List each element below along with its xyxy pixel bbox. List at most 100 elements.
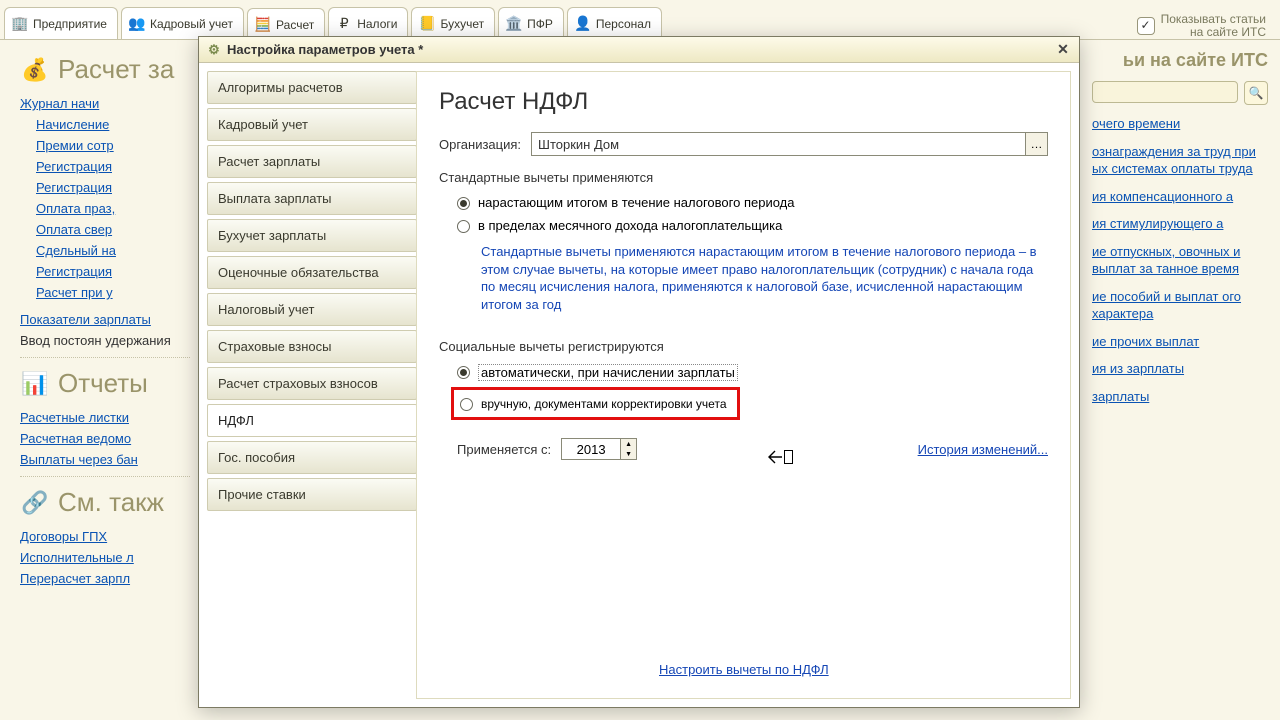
radio-row-monthly[interactable]: в пределах месячного дохода налогоплател… xyxy=(439,216,1048,239)
search-button[interactable]: 🔍 xyxy=(1244,81,1268,105)
dialog-titlebar[interactable]: ⚙ Настройка параметров учета * ✕ xyxy=(199,37,1079,63)
close-button[interactable]: ✕ xyxy=(1053,40,1073,60)
coins-icon: 💰 xyxy=(20,57,50,83)
seealso-link[interactable]: Перерасчет зарпл xyxy=(20,568,190,589)
section-raschet-title: 💰 Расчет за xyxy=(20,54,190,85)
report-link[interactable]: Выплаты через бан xyxy=(20,449,190,470)
info-text: Стандартные вычеты применяются нарастающ… xyxy=(439,239,1048,317)
dialog-menu: Алгоритмы расчетов Кадровый учет Расчет … xyxy=(207,71,417,699)
tree-item[interactable]: Регистрация xyxy=(20,261,190,282)
its-link[interactable]: ия компенсационного а xyxy=(1092,188,1268,206)
seealso-link[interactable]: Исполнительные л xyxy=(20,547,190,568)
tab-personnel[interactable]: 👤 Персонал xyxy=(567,7,662,39)
chart-icon: 📊 xyxy=(20,371,50,397)
menu-item-algorithms[interactable]: Алгоритмы расчетов xyxy=(207,71,417,104)
year-input[interactable] xyxy=(561,438,621,460)
tab-taxes[interactable]: ₽ Налоги xyxy=(328,7,408,39)
pfr-icon: 🏛️ xyxy=(505,15,523,33)
indicators-link[interactable]: Показатели зарплаты xyxy=(20,309,190,330)
journal-link[interactable]: Журнал начи xyxy=(20,93,190,114)
section-seealso-title: 🔗 См. такж xyxy=(20,487,190,518)
tab-enterprise[interactable]: 🏢 Предприятие xyxy=(4,7,118,39)
menu-item-ndfl[interactable]: НДФЛ xyxy=(207,404,417,437)
org-input[interactable] xyxy=(531,132,1026,156)
spinner-down-icon: ▼ xyxy=(621,449,636,459)
its-link[interactable]: ие пособий и выплат ого характера xyxy=(1092,288,1268,323)
menu-item-insurance-calc[interactable]: Расчет страховых взносов xyxy=(207,367,417,400)
tree-item[interactable]: Оплата свер xyxy=(20,219,190,240)
radio-cumulative-label: нарастающим итогом в течение налогового … xyxy=(478,195,794,210)
applied-from-label: Применяется с: xyxy=(457,442,551,457)
calc-icon: 🧮 xyxy=(254,16,272,34)
report-link[interactable]: Расчетная ведомо xyxy=(20,428,190,449)
configure-deductions-link[interactable]: Настроить вычеты по НДФЛ xyxy=(659,662,829,677)
tab-label: ПФР xyxy=(527,17,553,31)
menu-item-salary-calc[interactable]: Расчет зарплаты xyxy=(207,145,417,178)
radio-auto[interactable] xyxy=(457,366,470,379)
its-link[interactable]: ия из зарплаты xyxy=(1092,360,1268,378)
year-spinner[interactable]: ▲ ▼ xyxy=(621,438,637,460)
std-deductions-header: Стандартные вычеты применяются xyxy=(439,170,1048,185)
tree-item[interactable]: Оплата праз, xyxy=(20,198,190,219)
radio-row-auto[interactable]: автоматически, при начислении зарплаты xyxy=(439,362,1048,387)
radio-row-cumulative[interactable]: нарастающим итогом в течение налогового … xyxy=(439,193,1048,216)
tab-label: Бухучет xyxy=(440,17,484,31)
right-panel-title: ьи на сайте ИТС xyxy=(1092,50,1268,71)
spinner-up-icon: ▲ xyxy=(621,439,636,449)
search-icon: 🔍 xyxy=(1249,86,1264,100)
menu-item-salary-acc[interactable]: Бухучет зарплаты xyxy=(207,219,417,252)
history-link[interactable]: История изменений... xyxy=(918,442,1048,457)
its-link[interactable]: ие прочих выплат xyxy=(1092,333,1268,351)
tab-accounting[interactable]: 📒 Бухучет xyxy=(411,7,495,39)
left-panel: 💰 Расчет за Журнал начи Начисление Преми… xyxy=(0,40,200,720)
tree-item[interactable]: Премии сотр xyxy=(20,135,190,156)
settings-dialog: ⚙ Настройка параметров учета * ✕ Алгорит… xyxy=(198,36,1080,708)
menu-item-hr[interactable]: Кадровый учет xyxy=(207,108,417,141)
seealso-link[interactable]: Договоры ГПХ xyxy=(20,526,190,547)
its-link[interactable]: очего времени xyxy=(1092,115,1268,133)
radio-manual[interactable] xyxy=(460,398,473,411)
its-link[interactable]: ия стимулирующего а xyxy=(1092,215,1268,233)
tab-label: Налоги xyxy=(357,17,397,31)
its-link[interactable]: ознаграждения за труд при ых системах оп… xyxy=(1092,143,1268,178)
tab-label: Персонал xyxy=(596,17,651,31)
ellipsis-icon: … xyxy=(1031,137,1043,151)
arrow-icon: 🔗 xyxy=(20,490,50,516)
gear-icon: ⚙ xyxy=(205,41,223,59)
tree-item[interactable]: Сдельный на xyxy=(20,240,190,261)
hr-icon: 👥 xyxy=(128,15,146,33)
dialog-title-text: Настройка параметров учета * xyxy=(227,42,423,57)
org-select-button[interactable]: … xyxy=(1026,132,1048,156)
its-link[interactable]: зарплаты xyxy=(1092,388,1268,406)
report-link[interactable]: Расчетные листки xyxy=(20,407,190,428)
vvod-label: Ввод постоян удержания xyxy=(20,330,190,351)
menu-item-insurance[interactable]: Страховые взносы xyxy=(207,330,417,363)
show-articles-checkbox[interactable]: ✓ xyxy=(1137,17,1155,35)
tab-hr[interactable]: 👥 Кадровый учет xyxy=(121,7,244,39)
menu-item-tax-acc[interactable]: Налоговый учет xyxy=(207,293,417,326)
social-deductions-header: Социальные вычеты регистрируются xyxy=(439,339,1048,354)
radio-manual-label: вручную, документами корректировки учета xyxy=(481,397,727,411)
section-reports-title: 📊 Отчеты xyxy=(20,368,190,399)
dialog-content: Расчет НДФЛ Организация: … Стандартные в… xyxy=(416,71,1071,699)
tab-label: Предприятие xyxy=(33,17,107,31)
enterprise-icon: 🏢 xyxy=(11,15,29,33)
tree-item[interactable]: Расчет при у xyxy=(20,282,190,303)
radio-monthly[interactable] xyxy=(457,220,470,233)
its-link[interactable]: ие отпускных, овочных и выплат за танное… xyxy=(1092,243,1268,278)
accounting-icon: 📒 xyxy=(418,15,436,33)
tab-label: Расчет xyxy=(276,18,314,32)
tree-item[interactable]: Начисление xyxy=(20,114,190,135)
tree-item[interactable]: Регистрация xyxy=(20,156,190,177)
search-input[interactable] xyxy=(1092,81,1238,103)
menu-item-other-rates[interactable]: Прочие ставки xyxy=(207,478,417,511)
radio-auto-label: автоматически, при начислении зарплаты xyxy=(478,364,738,381)
radio-cumulative[interactable] xyxy=(457,197,470,210)
menu-item-estimates[interactable]: Оценочные обязательства xyxy=(207,256,417,289)
menu-item-salary-pay[interactable]: Выплата зарплаты xyxy=(207,182,417,215)
show-articles-label: Показывать статьина сайте ИТС xyxy=(1161,13,1266,39)
tree-item[interactable]: Регистрация xyxy=(20,177,190,198)
menu-item-gos[interactable]: Гос. пособия xyxy=(207,441,417,474)
content-heading: Расчет НДФЛ xyxy=(439,88,1048,116)
tab-pfr[interactable]: 🏛️ ПФР xyxy=(498,7,564,39)
